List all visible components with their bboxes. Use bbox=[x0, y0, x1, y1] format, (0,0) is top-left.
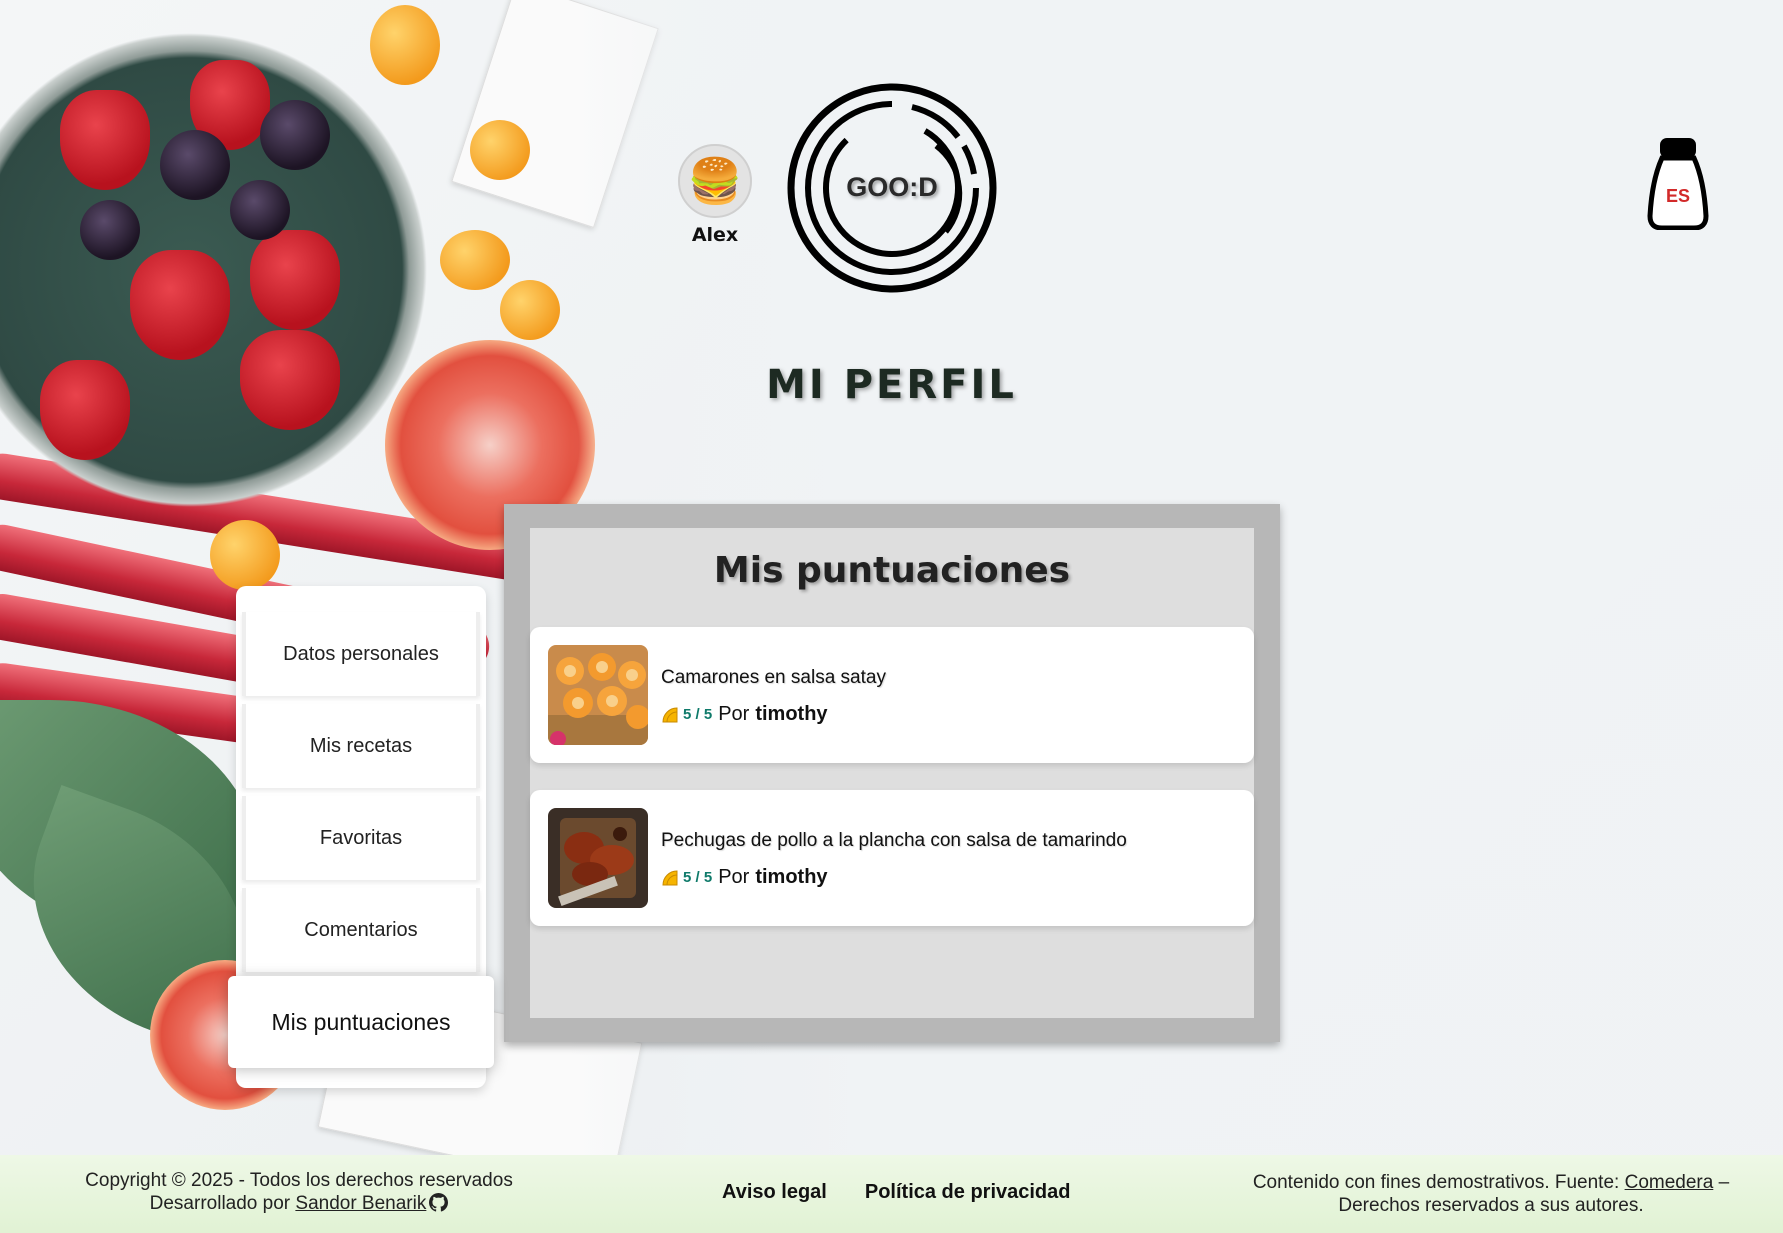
menu-item-datos-personales[interactable]: Datos personales bbox=[242, 612, 480, 696]
rating-line: 5 / 5 Por timothy bbox=[661, 866, 828, 889]
recipe-thumbnail-shrimp[interactable] bbox=[548, 645, 648, 745]
rating-score: 5 / 5 bbox=[683, 706, 713, 723]
user-name: Alex bbox=[691, 224, 739, 246]
recipe-thumbnail-chicken[interactable] bbox=[548, 808, 648, 908]
menu-item-mis-recetas[interactable]: Mis recetas bbox=[242, 704, 480, 788]
developer-line: Desarrollado por Sandor Benarik bbox=[74, 1192, 524, 1215]
source-suffix: – bbox=[1718, 1172, 1730, 1193]
source-line: Contenido con fines demostrativos. Fuent… bbox=[1236, 1171, 1746, 1194]
developed-by-label: Desarrollado por bbox=[149, 1193, 291, 1214]
menu-item-comentarios[interactable]: Comentarios bbox=[242, 888, 480, 972]
by-label: Por bbox=[718, 866, 750, 888]
rating-card[interactable]: Pechugas de pollo a la plancha con salsa… bbox=[530, 790, 1254, 926]
tostada-icon bbox=[662, 706, 678, 722]
source-link[interactable]: Comedera bbox=[1625, 1172, 1714, 1193]
footer: Copyright © 2025 - Todos los derechos re… bbox=[0, 1155, 1783, 1233]
footer-source: Contenido con fines demostrativos. Fuent… bbox=[1236, 1171, 1746, 1217]
language-code: ES bbox=[1665, 186, 1690, 206]
recipe-name[interactable]: Pechugas de pollo a la plancha con salsa… bbox=[661, 830, 1127, 852]
rating-line: 5 / 5 Por timothy bbox=[661, 703, 828, 726]
github-icon[interactable] bbox=[429, 1193, 449, 1212]
footer-copyright: Copyright © 2025 - Todos los derechos re… bbox=[74, 1169, 524, 1215]
user-profile[interactable]: 🍔 Alex bbox=[676, 144, 754, 246]
recipe-name[interactable]: Camarones en salsa satay bbox=[661, 667, 886, 689]
source-text: Contenido con fines demostrativos. Fuent… bbox=[1252, 1172, 1620, 1193]
burger-icon: 🍔 bbox=[687, 156, 743, 207]
privacy-policy-link[interactable]: Política de privacidad bbox=[865, 1181, 1071, 1204]
author-link[interactable]: timothy bbox=[755, 866, 827, 889]
ratings-panel: Mis puntuaciones Camarones en salsa sata… bbox=[504, 504, 1280, 1042]
developer-link[interactable]: Sandor Benarik bbox=[295, 1193, 426, 1214]
logo[interactable]: GOO:D bbox=[786, 82, 998, 294]
tostada-icon bbox=[662, 869, 678, 885]
rating-card[interactable]: Camarones en salsa satay 5 / 5 Por timot… bbox=[530, 627, 1254, 763]
copyright-text: Copyright © 2025 - Todos los derechos re… bbox=[85, 1170, 513, 1191]
logo-text: GOO:D bbox=[846, 171, 938, 202]
language-switch[interactable]: ES bbox=[1646, 136, 1710, 231]
panel-title: Mis puntuaciones bbox=[713, 550, 1071, 591]
legal-notice-link[interactable]: Aviso legal bbox=[722, 1181, 827, 1204]
page-title: MI PERFIL bbox=[766, 362, 1017, 408]
ratings-panel-inner: Mis puntuaciones Camarones en salsa sata… bbox=[530, 528, 1254, 1018]
menu-item-mis-puntuaciones[interactable]: Mis puntuaciones bbox=[228, 976, 494, 1068]
rating-score: 5 / 5 bbox=[683, 869, 713, 886]
footer-links: Aviso legal Política de privacidad bbox=[722, 1181, 1070, 1204]
profile-menu: Datos personales Mis recetas Favoritas C… bbox=[228, 586, 494, 1088]
salt-shaker-icon bbox=[1647, 138, 1709, 231]
author-link[interactable]: timothy bbox=[755, 703, 827, 726]
avatar[interactable]: 🍔 bbox=[678, 144, 752, 218]
menu-item-favoritas[interactable]: Favoritas bbox=[242, 796, 480, 880]
by-label: Por bbox=[718, 703, 750, 725]
rights-text: Derechos reservados a sus autores. bbox=[1338, 1195, 1644, 1216]
